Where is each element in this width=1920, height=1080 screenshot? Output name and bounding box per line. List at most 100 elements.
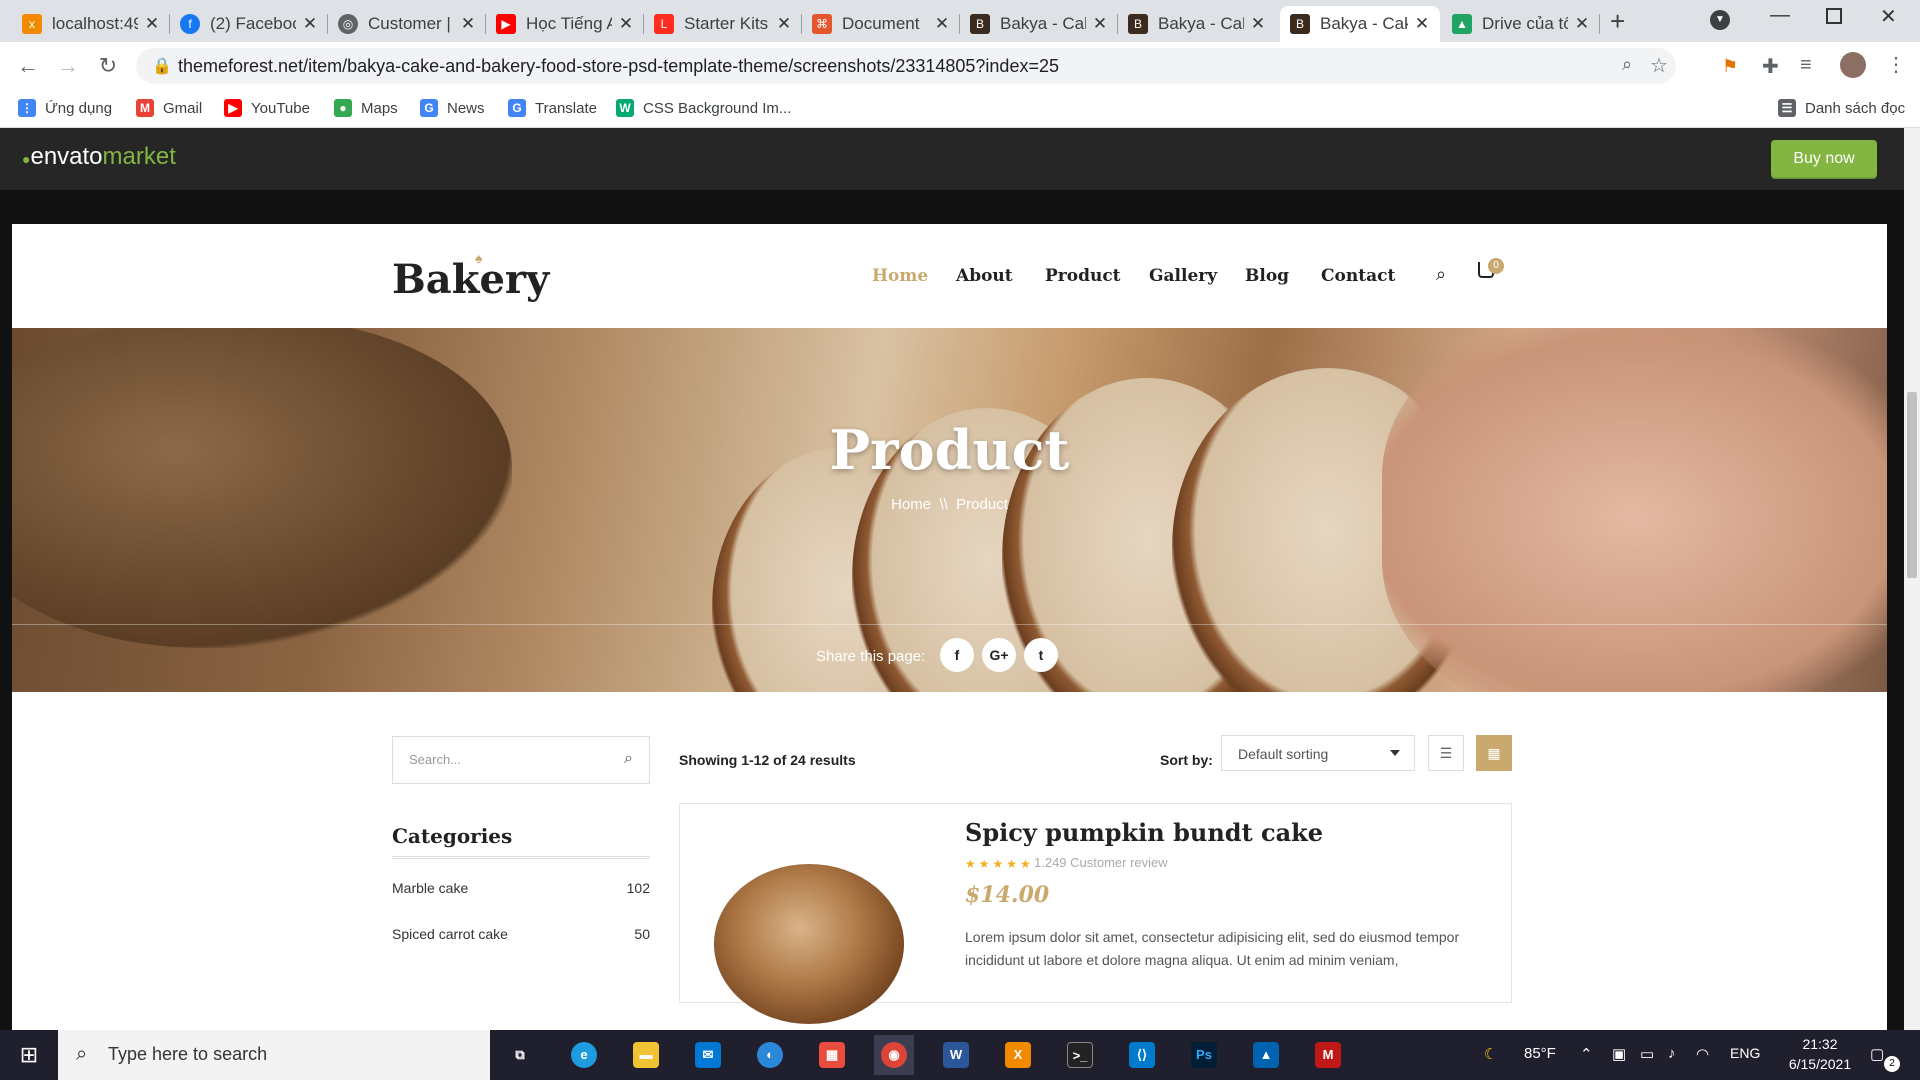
bookmark-gmail[interactable]: M Gmail [136,96,202,120]
reload-button[interactable]: ↻ [94,52,122,80]
close-icon[interactable]: ✕ [302,14,318,34]
envato-logo[interactable]: ●envatomarket [22,143,176,171]
tab-search-icon[interactable]: ▼ [1710,10,1730,30]
chrome-icon[interactable]: ◉ [874,1035,914,1075]
clock[interactable]: 21:32 6/15/2021 [1780,1034,1860,1074]
product-title[interactable]: Spicy pumpkin bundt cake [965,818,1323,847]
nav-blog[interactable]: Blog [1245,266,1289,286]
weather-icon[interactable]: ☾ [1484,1045,1497,1063]
product-image[interactable] [714,864,904,1024]
language-indicator[interactable]: ENG [1730,1045,1760,1061]
battery-icon[interactable]: ▭ [1640,1045,1654,1063]
category-item[interactable]: Spiced carrot cake 50 [392,926,650,942]
grid-view-button[interactable]: ▦ [1476,735,1512,771]
weather-temp[interactable]: 85°F [1524,1045,1556,1062]
tab-drive[interactable]: ▲ Drive của tô ✕ [1442,6,1600,42]
menu-icon[interactable]: ⋮ [1886,52,1906,77]
nav-about[interactable]: About [956,266,1013,286]
tab-localhost[interactable]: x localhost:49 ✕ [12,6,170,42]
google-plus-share-icon[interactable]: G+ [982,638,1016,672]
photoshop-icon[interactable]: Ps [1184,1035,1224,1075]
search-icon[interactable]: ⌕ [1436,264,1446,285]
scrollbar-thumb[interactable] [1907,392,1917,578]
bookmark-css-background[interactable]: W CSS Background Im... [616,96,791,120]
tab-youtube[interactable]: ▶ Học Tiếng A ✕ [486,6,644,42]
bookmark-news[interactable]: G News [420,96,485,120]
share-label: Share this page: [816,648,926,665]
category-item[interactable]: Marble cake 102 [392,880,650,896]
new-tab-button[interactable]: + [1610,6,1625,37]
close-window-button[interactable]: ✕ [1880,4,1897,29]
word-icon[interactable]: W [936,1035,976,1075]
tab-document[interactable]: ⌘ Document ✕ [802,6,960,42]
tab-bakya-1[interactable]: B Bakya - Cak ✕ [960,6,1118,42]
tab-customer[interactable]: ◎ Customer | ✕ [328,6,486,42]
mcafee-icon[interactable]: M [1308,1035,1348,1075]
puzzle-icon[interactable]: ✚ [1762,54,1779,79]
close-icon[interactable]: ✕ [934,14,950,34]
file-explorer-icon[interactable]: ▬ [626,1035,666,1075]
extension-icon[interactable]: ⚑ [1722,56,1738,77]
meet-icon[interactable]: ▣ [1612,1045,1626,1063]
list-view-button[interactable]: ☰ [1428,735,1464,771]
close-icon[interactable]: ✕ [144,14,160,34]
sort-select[interactable]: Default sorting [1221,735,1415,771]
url-text[interactable]: themeforest.net/item/bakya-cake-and-bake… [178,56,1059,77]
nav-product[interactable]: Product [1045,266,1121,286]
taskbar-search-input[interactable]: ⌕ Type here to search [58,1030,490,1080]
notification-icon[interactable]: ▢ [1870,1045,1884,1063]
nav-contact[interactable]: Contact [1321,266,1395,286]
volume-icon[interactable]: ♪ [1668,1045,1676,1062]
vscode-icon[interactable]: ⟨⟩ [1122,1035,1162,1075]
bookmark-translate[interactable]: G Translate [508,96,597,120]
zoom-icon[interactable]: ⌕ [1622,54,1632,75]
store-icon[interactable]: ▦ [812,1035,852,1075]
bookmark-maps[interactable]: ● Maps [334,96,398,120]
page-scrollbar[interactable] [1904,128,1920,1030]
twitter-share-icon[interactable]: t [1024,638,1058,672]
bakery-icon: B [1128,14,1148,34]
windows-start-icon[interactable]: ⊞ [0,1030,58,1080]
close-icon[interactable]: ✕ [1414,14,1430,34]
close-icon[interactable]: ✕ [460,14,476,34]
nav-home[interactable]: Home [872,266,928,286]
nav-gallery[interactable]: Gallery [1149,266,1217,286]
chevron-up-icon[interactable]: ⌃ [1580,1045,1593,1063]
product-card[interactable]: Spicy pumpkin bundt cake ★★★★★ 1.249 Cus… [679,803,1512,1024]
mail-icon[interactable]: ✉ [688,1035,728,1075]
facebook-share-icon[interactable]: f [940,638,974,672]
media-icon[interactable]: ≡ [1800,54,1812,77]
terminal-icon[interactable]: >_ [1060,1035,1100,1075]
back-button[interactable]: ← [14,52,42,80]
search-icon[interactable]: ⌕ [624,750,633,768]
forward-button[interactable]: → [54,52,82,80]
reading-list-button[interactable]: ☰ Danh sách đọc [1778,96,1905,120]
tab-facebook[interactable]: f (2) Faceboo ✕ [170,6,328,42]
photos-icon[interactable]: ▲ [1246,1035,1286,1075]
close-icon[interactable]: ✕ [1574,14,1590,34]
bookmark-star-icon[interactable]: ☆ [1650,53,1668,78]
browser-app-icon[interactable]: ◐ [750,1035,790,1075]
breadcrumb-home[interactable]: Home [891,496,931,513]
site-header: Bakery ♠ Home About Product Gallery Blog… [12,224,1887,328]
buy-now-button[interactable]: Buy now [1771,140,1877,177]
xampp-icon[interactable]: X [998,1035,1038,1075]
wifi-icon[interactable]: ◠ [1696,1045,1709,1063]
edge-icon[interactable]: e [564,1035,604,1075]
sidebar-search-input[interactable]: Search... ⌕ [392,736,650,784]
bookmark-apps[interactable]: ⋮ Ứng dụng [18,96,112,120]
close-icon[interactable]: ✕ [618,14,634,34]
tab-starter-kits[interactable]: L Starter Kits ✕ [644,6,802,42]
minimize-button[interactable]: — [1770,4,1790,27]
tab-bakya-active[interactable]: B Bakya - Cak ✕ [1280,6,1440,42]
task-view-icon[interactable]: ⧉ [500,1035,540,1075]
close-icon[interactable]: ✕ [1092,14,1108,34]
close-icon[interactable]: ✕ [776,14,792,34]
maximize-button[interactable] [1826,8,1842,24]
bread-image [12,328,512,648]
close-icon[interactable]: ✕ [1250,14,1266,34]
tab-bakya-2[interactable]: B Bakya - Cak ✕ [1118,6,1276,42]
site-logo[interactable]: Bakery [392,256,549,303]
avatar[interactable] [1840,52,1866,78]
bookmark-youtube[interactable]: ▶ YouTube [224,96,310,120]
